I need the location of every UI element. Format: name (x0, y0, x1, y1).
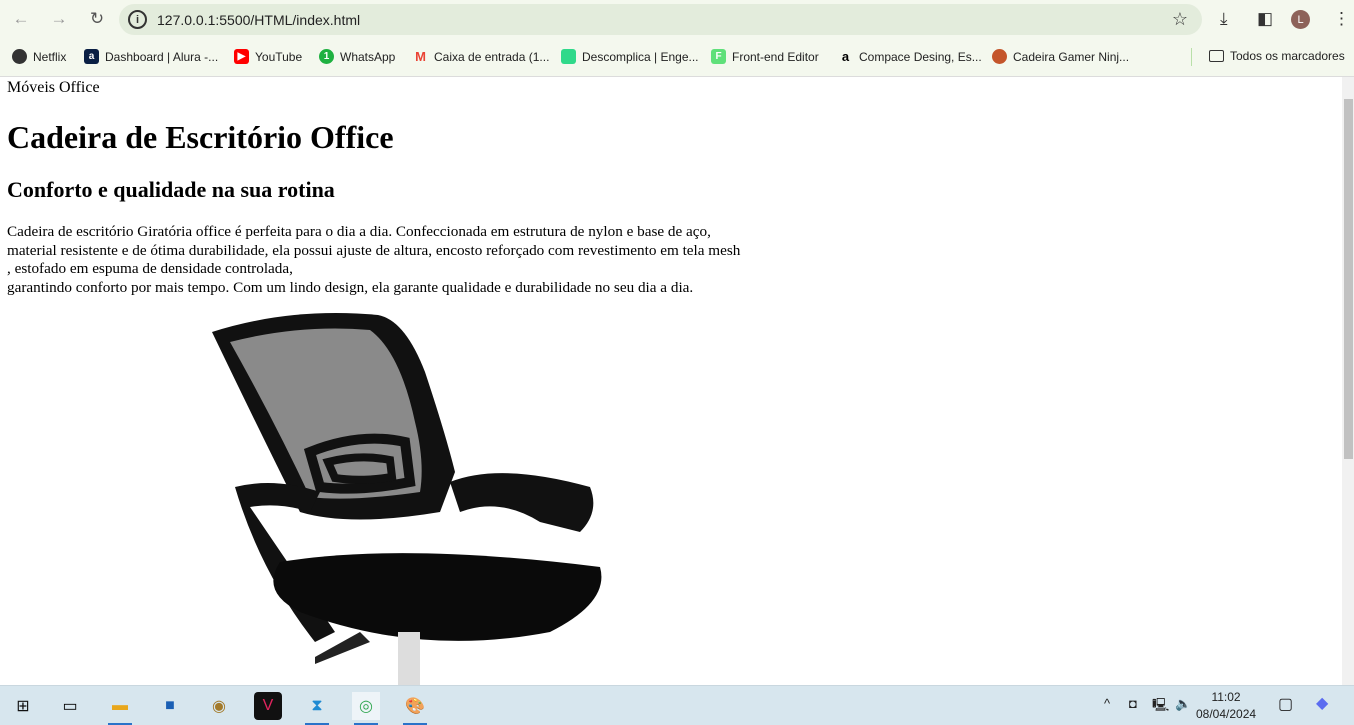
copilot-icon[interactable]: ◆ (1316, 693, 1328, 713)
youtube-icon: ▶ (234, 49, 249, 64)
page-scrollbar[interactable] (1342, 77, 1354, 685)
product-description: Cadeira de escritório Giratória office é… (7, 223, 741, 296)
bookmarks-bar: Netflix a Dashboard | Alura -... ▶ YouTube… (0, 38, 1354, 77)
amazon-icon: a (841, 49, 850, 64)
url-text[interactable]: 127.0.0.1:5500/HTML/index.html (157, 12, 360, 28)
camera-icon[interactable]: ◘ (1129, 696, 1137, 711)
forward-icon[interactable]: → (48, 8, 70, 30)
chrome-icon[interactable]: ◎ (352, 692, 380, 725)
reload-icon[interactable]: ↻ (86, 8, 108, 30)
folder-icon (1209, 50, 1224, 62)
bookmark-whatsapp[interactable]: 1 WhatsApp (319, 49, 395, 64)
taskbar: ⊞ ▭ ▬ ■ ◉ V ⧗ ◎ 🎨 ^ ◘ 🖳 🔈 11:02 08/04/202… (0, 685, 1354, 725)
scrollbar-thumb[interactable] (1344, 99, 1353, 459)
frontend-editor-icon: F (711, 49, 726, 64)
page-title: Cadeira de Escritório Office (7, 119, 394, 155)
side-panel-icon[interactable]: ◧ (1257, 9, 1273, 29)
bookmark-amazon[interactable]: a Compace Desing, Es... (838, 49, 982, 64)
volume-icon[interactable]: 🔈 (1175, 696, 1191, 712)
download-icon[interactable]: ⤓ (1220, 9, 1228, 29)
paint-icon[interactable]: 🎨 (401, 692, 429, 725)
task-view-icon[interactable]: ▭ (56, 692, 84, 720)
notifications-icon[interactable]: ▢ (1278, 694, 1293, 714)
whatsapp-icon: 1 (319, 49, 334, 64)
network-icon[interactable]: 🖳 (1152, 696, 1169, 718)
windows-start-icon[interactable]: ⊞ (9, 692, 37, 720)
alura-icon: a (84, 49, 99, 64)
gmail-icon: M (415, 49, 426, 64)
ninja-icon (992, 49, 1007, 64)
globe-icon (12, 49, 27, 64)
bookmark-gmail[interactable]: M Caixa de entrada (1... (413, 49, 549, 64)
bookmark-frontend-editor[interactable]: F Front-end Editor (711, 49, 819, 64)
bookmark-youtube[interactable]: ▶ YouTube (234, 49, 302, 64)
show-hidden-icons-icon[interactable]: ^ (1104, 696, 1110, 711)
address-bar[interactable]: i 127.0.0.1:5500/HTML/index.html ☆ (119, 4, 1202, 35)
page-content: Móveis Office Cadeira de Escritório Offi… (0, 77, 1342, 692)
descomplica-icon (561, 49, 576, 64)
menu-icon[interactable]: ⋮ (1333, 9, 1350, 29)
back-icon[interactable]: ← (10, 8, 32, 30)
page-subtitle: Conforto e qualidade na sua rotina (7, 177, 335, 202)
brand-name: Móveis Office (7, 79, 100, 96)
valorant-icon[interactable]: V (254, 692, 282, 720)
bookmarks-divider (1191, 48, 1192, 66)
system-clock[interactable]: 11:02 08/04/2024 (1196, 689, 1256, 723)
bookmark-descomplica[interactable]: Descomplica | Enge... (561, 49, 699, 64)
bookmark-netflix[interactable]: Netflix (12, 49, 66, 64)
bookmark-star-icon[interactable]: ☆ (1172, 9, 1188, 30)
bookmark-cadeira-gamer[interactable]: Cadeira Gamer Ninj... (992, 49, 1129, 64)
all-bookmarks-button[interactable]: Todos os marcadores (1209, 49, 1345, 63)
league-of-legends-icon[interactable]: ◉ (205, 692, 233, 720)
vscode-icon[interactable]: ⧗ (303, 692, 331, 725)
file-explorer-icon[interactable]: ▬ (106, 692, 134, 725)
site-info-icon[interactable]: i (128, 10, 147, 29)
microsoft-store-icon[interactable]: ■ (156, 692, 184, 720)
office-chair-image (212, 313, 602, 692)
browser-toolbar: ← → ↻ i 127.0.0.1:5500/HTML/index.html ☆… (0, 0, 1354, 38)
avatar[interactable]: L (1291, 10, 1310, 29)
bookmark-alura[interactable]: a Dashboard | Alura -... (84, 49, 218, 64)
